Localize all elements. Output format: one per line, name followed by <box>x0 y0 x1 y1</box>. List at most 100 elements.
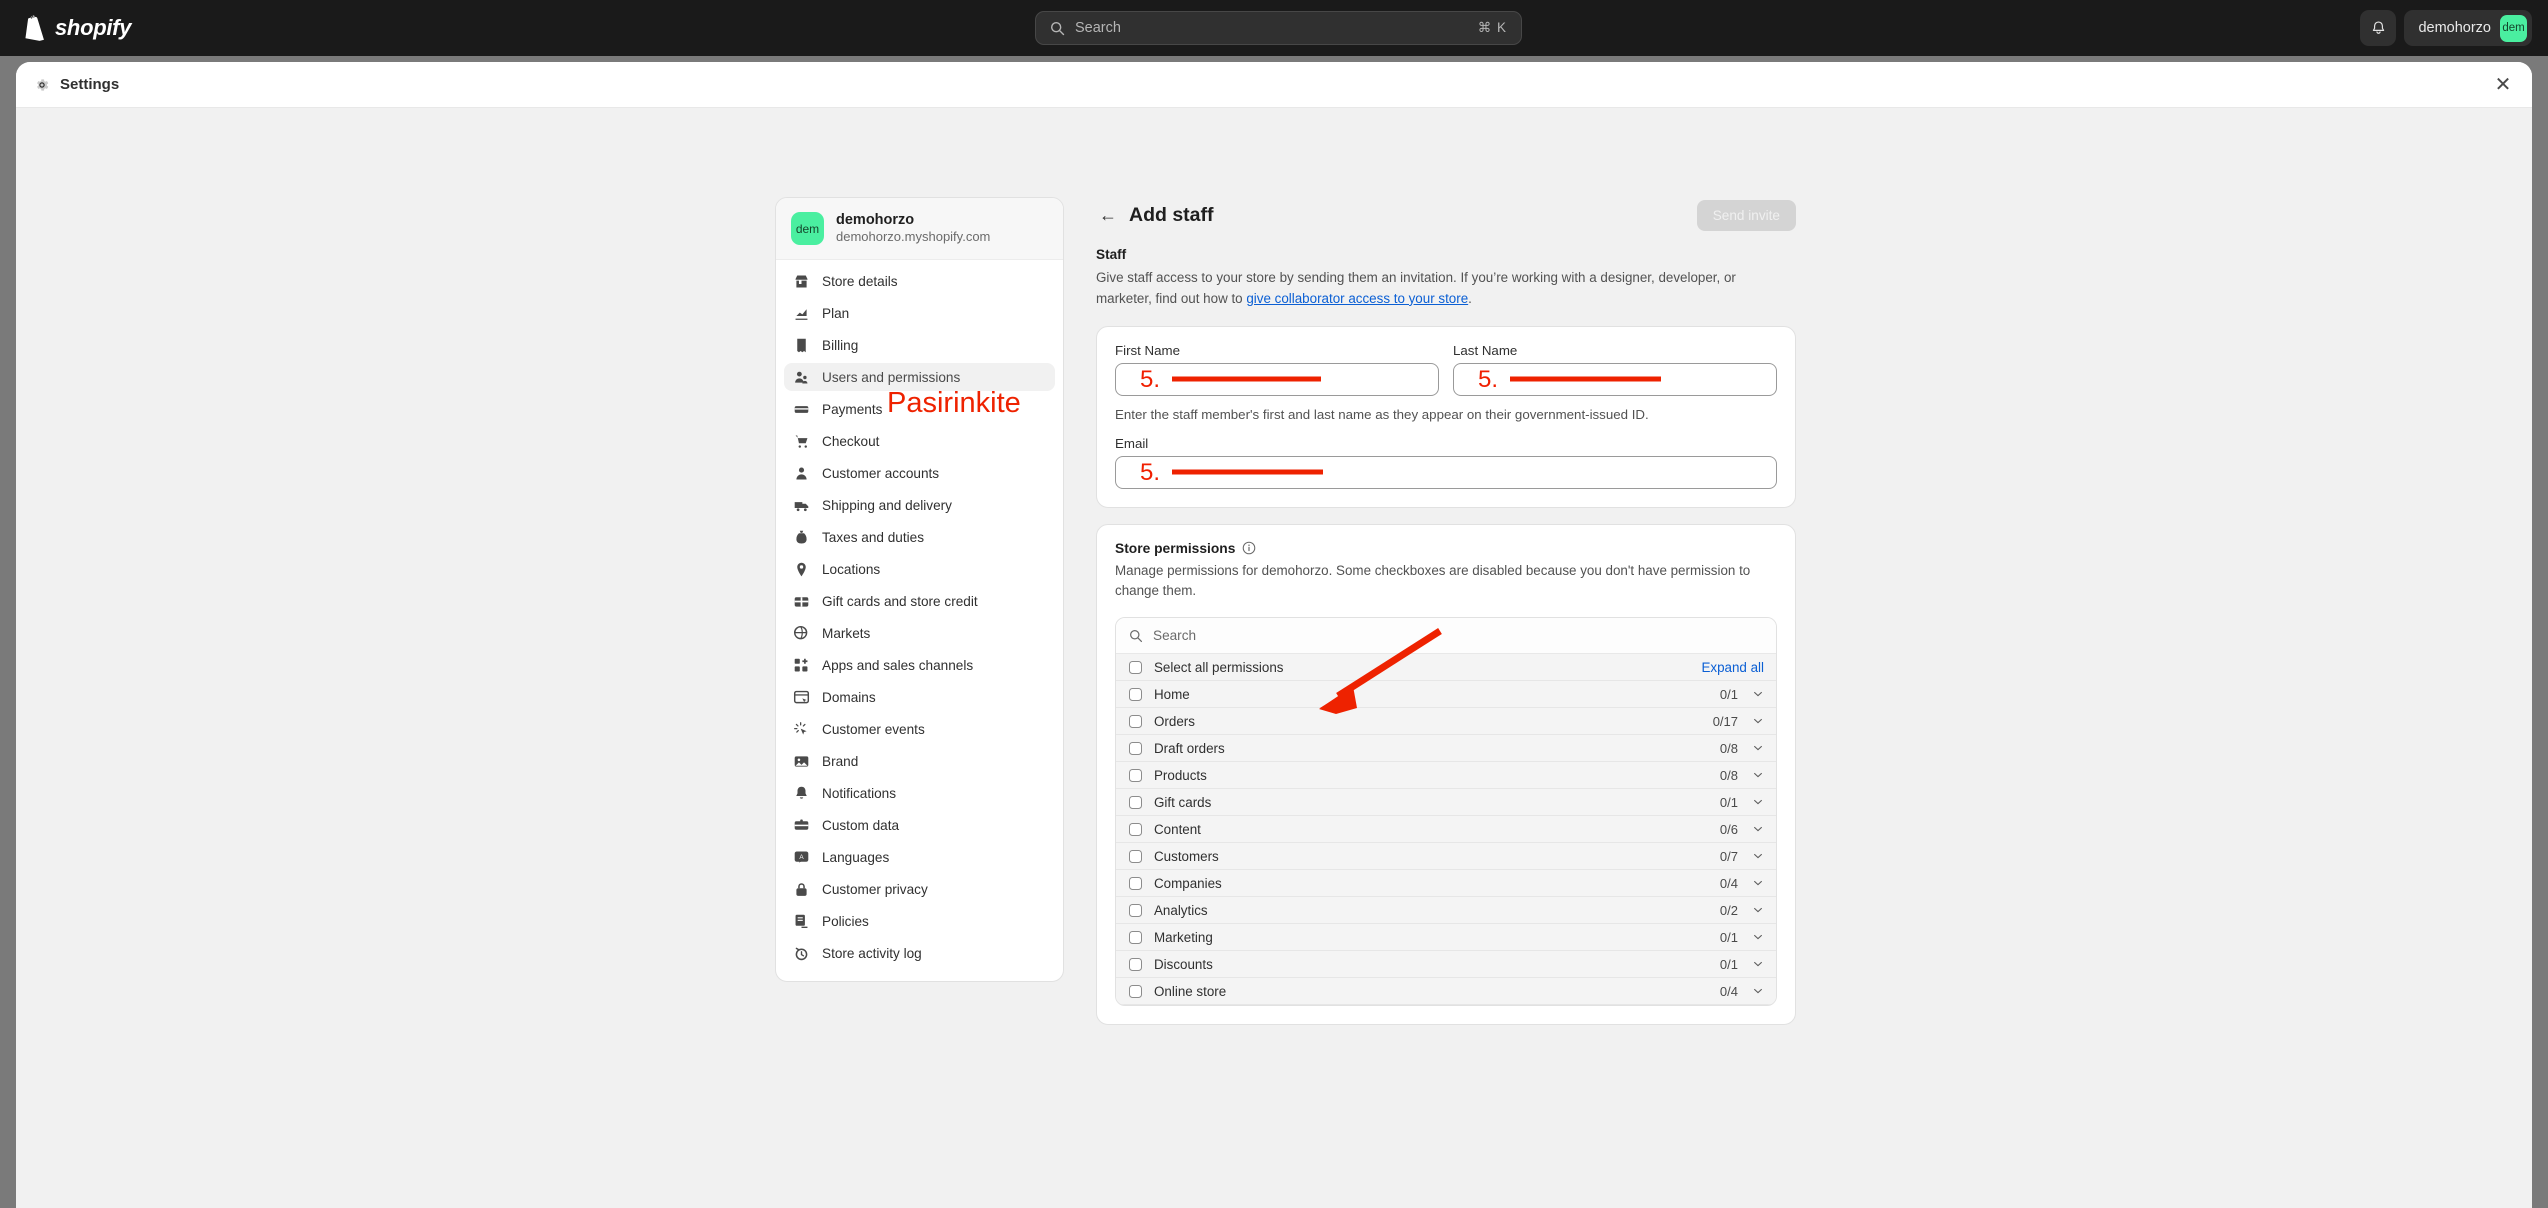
sidebar-item-notifications[interactable]: Notifications <box>784 779 1055 807</box>
sidebar-item-label: Locations <box>822 562 880 577</box>
permission-checkbox[interactable] <box>1129 985 1142 998</box>
shopify-logo[interactable]: shopify <box>22 15 131 41</box>
expand-all-link[interactable]: Expand all <box>1701 660 1764 675</box>
sidebar-item-billing[interactable]: Billing <box>784 331 1055 359</box>
permission-checkbox[interactable] <box>1129 769 1142 782</box>
select-all-permissions-row[interactable]: Select all permissions Expand all <box>1116 654 1776 681</box>
permission-checkbox[interactable] <box>1129 823 1142 836</box>
first-name-input[interactable]: 5. <box>1115 363 1439 396</box>
last-name-label: Last Name <box>1453 343 1777 358</box>
sidebar-item-taxes-and-duties[interactable]: Taxes and duties <box>784 523 1055 551</box>
person-icon <box>793 465 810 482</box>
annotation-marker-first-name: 5. <box>1140 368 1160 392</box>
permission-checkbox[interactable] <box>1129 715 1142 728</box>
permission-row[interactable]: Marketing0/1 <box>1116 924 1776 951</box>
sidebar-item-checkout[interactable]: Checkout <box>784 427 1055 455</box>
chevron-down-icon[interactable] <box>1752 796 1764 808</box>
permission-count: 0/8 <box>1720 768 1738 783</box>
permission-row[interactable]: Analytics0/2 <box>1116 897 1776 924</box>
permission-row[interactable]: Products0/8 <box>1116 762 1776 789</box>
select-all-checkbox[interactable] <box>1129 661 1142 674</box>
sidebar-item-customer-events[interactable]: Customer events <box>784 715 1055 743</box>
permission-row[interactable]: Customers0/7 <box>1116 843 1776 870</box>
sidebar-item-gift-cards-and-store-credit[interactable]: Gift cards and store credit <box>784 587 1055 615</box>
arrow-left-icon[interactable]: ← <box>1096 203 1120 227</box>
info-circle-icon[interactable] <box>1242 541 1256 555</box>
permission-checkbox[interactable] <box>1129 796 1142 809</box>
user-menu-name: demohorzo <box>2418 20 2491 36</box>
chevron-down-icon[interactable] <box>1752 769 1764 781</box>
sidebar-item-shipping-and-delivery[interactable]: Shipping and delivery <box>784 491 1055 519</box>
permission-checkbox[interactable] <box>1129 904 1142 917</box>
sidebar-item-locations[interactable]: Locations <box>784 555 1055 583</box>
annotation-marker-email: 5. <box>1140 461 1160 485</box>
sidebar-item-users-and-permissions[interactable]: Users and permissions <box>784 363 1055 391</box>
sidebar-item-customer-privacy[interactable]: Customer privacy <box>784 875 1055 903</box>
permission-row[interactable]: Gift cards0/1 <box>1116 789 1776 816</box>
send-invite-button[interactable]: Send invite <box>1697 200 1796 231</box>
sidebar-item-store-activity-log[interactable]: Store activity log <box>784 939 1055 967</box>
notifications-button[interactable] <box>2360 10 2396 46</box>
sidebar-item-label: Payments <box>822 402 882 417</box>
sidebar-item-customer-accounts[interactable]: Customer accounts <box>784 459 1055 487</box>
sidebar-item-payments[interactable]: Payments <box>784 395 1055 423</box>
permission-count: 0/6 <box>1720 822 1738 837</box>
chevron-down-icon[interactable] <box>1752 823 1764 835</box>
sidebar-item-apps-and-sales-channels[interactable]: Apps and sales channels <box>784 651 1055 679</box>
permission-label: Analytics <box>1154 903 1720 918</box>
permission-checkbox[interactable] <box>1129 931 1142 944</box>
collaborator-access-link[interactable]: give collaborator access to your store <box>1246 291 1468 306</box>
permission-count: 0/7 <box>1720 849 1738 864</box>
sidebar-item-languages[interactable]: ALanguages <box>784 843 1055 871</box>
permission-row[interactable]: Home0/1 <box>1116 681 1776 708</box>
sidebar-item-markets[interactable]: Markets <box>784 619 1055 647</box>
sidebar-item-plan[interactable]: Plan <box>784 299 1055 327</box>
user-menu-button[interactable]: demohorzo dem <box>2404 10 2532 46</box>
last-name-input[interactable]: 5. <box>1453 363 1777 396</box>
permission-row[interactable]: Content0/6 <box>1116 816 1776 843</box>
permission-row[interactable]: Companies0/4 <box>1116 870 1776 897</box>
permission-checkbox[interactable] <box>1129 877 1142 890</box>
chevron-down-icon[interactable] <box>1752 877 1764 889</box>
bell-icon <box>2370 20 2387 37</box>
global-search-input[interactable]: Search ⌘ K <box>1035 11 1522 45</box>
sidebar-item-domains[interactable]: Domains <box>784 683 1055 711</box>
permission-row[interactable]: Online store0/4 <box>1116 978 1776 1005</box>
permission-row[interactable]: Discounts0/1 <box>1116 951 1776 978</box>
permission-checkbox[interactable] <box>1129 958 1142 971</box>
sidebar-item-label: Policies <box>822 914 869 929</box>
sidebar-item-label: Custom data <box>822 818 899 833</box>
permissions-search-input[interactable]: Search <box>1116 618 1776 654</box>
chevron-down-icon[interactable] <box>1752 850 1764 862</box>
chevron-down-icon[interactable] <box>1752 688 1764 700</box>
chevron-down-icon[interactable] <box>1752 715 1764 727</box>
sidebar-item-policies[interactable]: Policies <box>784 907 1055 935</box>
email-field[interactable]: 5. <box>1115 456 1777 489</box>
permission-checkbox[interactable] <box>1129 742 1142 755</box>
permission-row[interactable]: Draft orders0/8 <box>1116 735 1776 762</box>
chevron-down-icon[interactable] <box>1752 958 1764 970</box>
chevron-down-icon[interactable] <box>1752 742 1764 754</box>
chevron-down-icon[interactable] <box>1752 931 1764 943</box>
sidebar-item-custom-data[interactable]: Custom data <box>784 811 1055 839</box>
sidebar-item-label: Languages <box>822 850 889 865</box>
policies-doc-icon <box>793 913 810 930</box>
permission-row[interactable]: Orders0/17 <box>1116 708 1776 735</box>
permission-checkbox[interactable] <box>1129 850 1142 863</box>
bell-icon <box>793 785 810 802</box>
store-profile-card[interactable]: dem demohorzo demohorzo.myshopify.com <box>776 198 1063 260</box>
settings-sidebar: dem demohorzo demohorzo.myshopify.com St… <box>775 197 1064 982</box>
location-pin-icon <box>793 561 810 578</box>
sidebar-item-brand[interactable]: Brand <box>784 747 1055 775</box>
chevron-down-icon[interactable] <box>1752 904 1764 916</box>
page-title: Add staff <box>1129 204 1697 227</box>
close-icon[interactable]: ✕ <box>2488 70 2518 100</box>
sidebar-item-label: Notifications <box>822 786 896 801</box>
permission-label: Companies <box>1154 876 1720 891</box>
staff-section-description: Give staff access to your store by sendi… <box>1096 268 1786 310</box>
chevron-down-icon[interactable] <box>1752 985 1764 997</box>
cursor-click-icon <box>793 721 810 738</box>
staff-details-card: First Name 5. Last Name 5. E <box>1096 326 1796 508</box>
permission-checkbox[interactable] <box>1129 688 1142 701</box>
sidebar-item-store-details[interactable]: Store details <box>784 267 1055 295</box>
